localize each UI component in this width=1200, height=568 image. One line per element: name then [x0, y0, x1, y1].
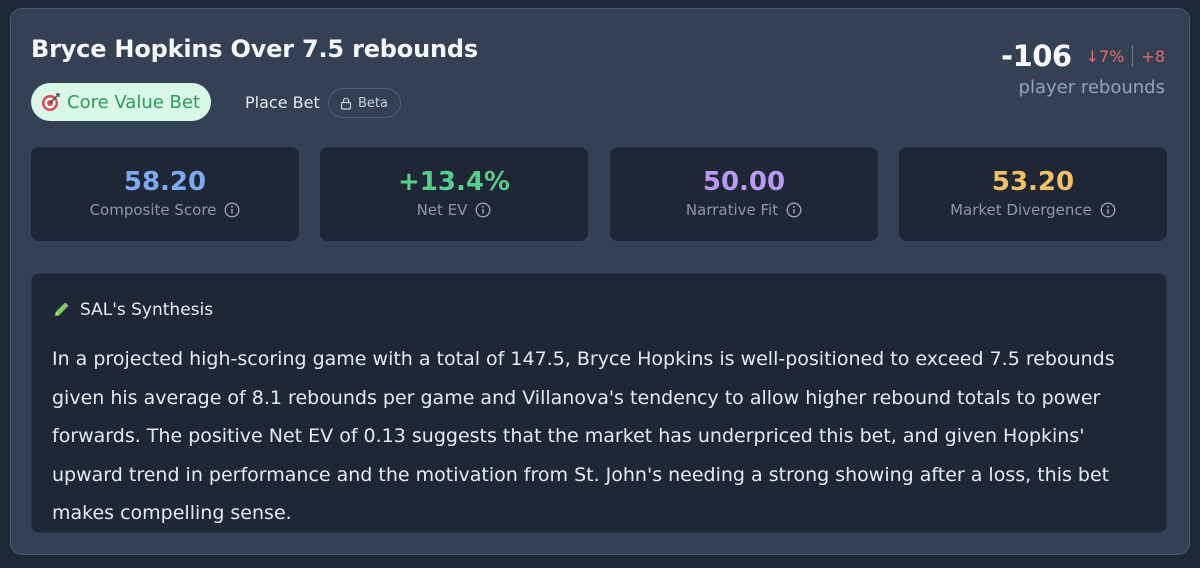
metric-net-ev: +13.4% Net EV	[320, 147, 588, 241]
synthesis-heading: SAL's Synthesis	[80, 300, 214, 320]
metric-value: 50.00	[702, 167, 786, 197]
place-bet-button[interactable]: Place Bet	[245, 93, 320, 112]
info-icon[interactable]	[786, 202, 802, 218]
metric-label-row: Net EV	[320, 201, 588, 219]
metric-label-row: Narrative Fit	[610, 201, 878, 219]
synthesis-header: SAL's Synthesis	[52, 300, 213, 320]
metric-value: 58.20	[123, 167, 207, 197]
metric-market-divergence: 53.20 Market Divergence	[899, 147, 1167, 241]
odds-change-percent: ↓7%	[1085, 46, 1125, 66]
metric-label-row: Market Divergence	[899, 201, 1167, 219]
metrics-row: 58.20 Composite Score +13.4% Net EV 50.0…	[31, 147, 1167, 241]
metric-composite-score: 58.20 Composite Score	[31, 147, 299, 241]
market-type-label: player rebounds	[1018, 77, 1165, 98]
metric-label: Composite Score	[89, 201, 217, 219]
metric-label-row: Composite Score	[31, 201, 299, 219]
odds-block: -106 ↓7% +8	[1001, 39, 1165, 73]
metric-label: Market Divergence	[950, 201, 1092, 219]
metric-narrative-fit: 50.00 Narrative Fit	[610, 147, 878, 241]
target-icon	[42, 93, 60, 111]
metric-value: +13.4%	[398, 167, 510, 197]
metric-label: Narrative Fit	[685, 201, 779, 219]
synthesis-panel: SAL's Synthesis In a projected high-scor…	[31, 273, 1167, 533]
synthesis-body: In a projected high-scoring game with a …	[52, 348, 1115, 524]
metric-label: Net EV	[416, 201, 468, 219]
info-icon[interactable]	[475, 202, 491, 218]
bet-title: Bryce Hopkins Over 7.5 rebounds	[31, 35, 478, 63]
odds-value: -106	[1001, 39, 1072, 73]
pencil-icon	[54, 302, 69, 317]
beta-label: Beta	[358, 95, 388, 111]
odds-divider	[1132, 45, 1134, 67]
info-icon[interactable]	[1100, 202, 1116, 218]
beta-badge: Beta	[328, 88, 401, 118]
lock-icon	[340, 97, 352, 110]
metric-value: 53.20	[991, 167, 1075, 197]
core-value-badge-label: Core Value Bet	[67, 91, 201, 113]
odds-change-points: +8	[1141, 46, 1165, 66]
core-value-badge[interactable]: Core Value Bet	[31, 83, 212, 121]
bet-card: Bryce Hopkins Over 7.5 rebounds Core Val…	[10, 8, 1190, 555]
info-icon[interactable]	[224, 202, 240, 218]
